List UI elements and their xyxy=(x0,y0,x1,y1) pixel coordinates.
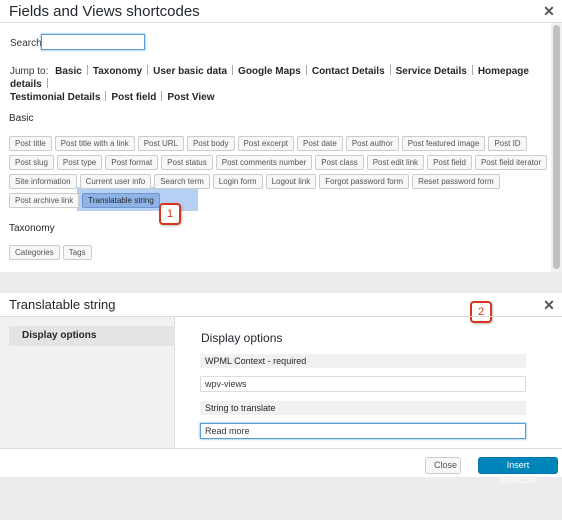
jump-separator xyxy=(105,91,107,101)
jump-separator xyxy=(471,65,473,75)
options-tab-column: Display options xyxy=(0,317,175,448)
shortcode-button-post-excerpt[interactable]: Post excerpt xyxy=(237,136,294,151)
divider xyxy=(0,22,562,23)
search-label: Search: xyxy=(10,38,45,49)
shortcode-button-post-field[interactable]: Post field xyxy=(427,155,472,170)
jump-separator xyxy=(46,78,48,88)
shortcode-button-post-title[interactable]: Post title xyxy=(9,136,52,151)
jump-link-testimonial-details[interactable]: Testimonial Details xyxy=(10,92,100,103)
jump-link-contact-details[interactable]: Contact Details xyxy=(312,66,385,77)
insert-shortcode-button[interactable]: Insert shortcode xyxy=(478,457,558,485)
jump-link-post-field[interactable]: Post field xyxy=(111,92,156,103)
shortcodes-dialog: Fields and Views shortcodes ✕ Search: Ju… xyxy=(0,0,562,272)
section-heading-taxonomy: Taxonomy xyxy=(9,223,55,234)
string-to-translate-label: String to translate xyxy=(200,401,526,415)
jump-separator xyxy=(86,65,88,75)
shortcode-button-post-field-iterator[interactable]: Post field iterator xyxy=(474,155,547,170)
shortcode-button-tags[interactable]: Tags xyxy=(62,245,92,260)
shortcode-button-translatable-string[interactable]: Translatable string xyxy=(82,193,160,208)
shortcode-button-current-user-info[interactable]: Current user info xyxy=(79,174,152,189)
shortcode-button-post-url[interactable]: Post URL xyxy=(137,136,184,151)
button-row: Post title Post title with a link Post URL… xyxy=(9,136,549,151)
shortcode-button-login-form[interactable]: Login form xyxy=(212,174,263,189)
jump-to-label: Jump to: xyxy=(10,66,49,77)
shortcode-button-post-date[interactable]: Post date xyxy=(297,136,343,151)
shortcode-button-reset-password-form[interactable]: Reset password form xyxy=(412,174,500,189)
close-button[interactable]: Close xyxy=(425,457,461,474)
shortcode-button-post-status[interactable]: Post status xyxy=(161,155,213,170)
callout-1: 1 xyxy=(159,203,181,225)
jump-separator xyxy=(305,65,307,75)
button-row: Categories Tags xyxy=(9,245,549,260)
shortcode-button-categories[interactable]: Categories xyxy=(9,245,60,260)
jump-link-post-view[interactable]: Post View xyxy=(167,92,214,103)
shortcode-button-post-edit-link[interactable]: Post edit link xyxy=(366,155,425,170)
wpml-context-input[interactable]: wpv-views xyxy=(200,376,526,392)
search-input[interactable] xyxy=(41,34,145,50)
jump-separator xyxy=(389,65,391,75)
string-to-translate-input[interactable]: Read more xyxy=(200,423,526,439)
jump-link-basic[interactable]: Basic xyxy=(55,66,82,77)
jump-separator xyxy=(161,91,163,101)
jump-link-google-maps[interactable]: Google Maps xyxy=(238,66,301,77)
callout-2: 2 xyxy=(470,301,492,323)
scrollbar-thumb[interactable] xyxy=(553,25,560,269)
jump-separator xyxy=(232,65,234,75)
divider xyxy=(0,448,562,449)
dialog-title: Fields and Views shortcodes xyxy=(9,3,200,20)
shortcode-button-post-id[interactable]: Post ID xyxy=(488,136,527,151)
button-row: Post archive link Translatable string xyxy=(9,193,549,208)
shortcode-button-forgot-password-form[interactable]: Forgot password form xyxy=(319,174,410,189)
shortcode-button-post-archive-link[interactable]: Post archive link xyxy=(9,193,80,208)
button-row: Post slug Post type Post format Post status… xyxy=(9,155,549,170)
dialog-title: Translatable string xyxy=(9,297,116,312)
section-heading-basic: Basic xyxy=(9,113,34,124)
taxonomy-button-grid: Categories Tags xyxy=(9,245,549,264)
basic-button-grid: Post title Post title with a link Post URL… xyxy=(9,136,549,212)
shortcode-button-post-class[interactable]: Post class xyxy=(315,155,364,170)
shortcode-button-post-featured-image[interactable]: Post featured image xyxy=(401,136,486,151)
tab-display-options[interactable]: Display options xyxy=(9,326,175,346)
close-icon[interactable]: ✕ xyxy=(541,297,557,313)
shortcode-button-post-author[interactable]: Post author xyxy=(345,136,399,151)
close-icon[interactable]: ✕ xyxy=(541,3,557,19)
scrollbar[interactable] xyxy=(551,23,562,272)
shortcode-button-post-format[interactable]: Post format xyxy=(105,155,159,170)
shortcode-button-post-body[interactable]: Post body xyxy=(186,136,235,151)
jump-link-taxonomy[interactable]: Taxonomy xyxy=(93,66,142,77)
wpml-context-label: WPML Context - required xyxy=(200,354,526,368)
panel-heading: Display options xyxy=(201,331,283,345)
shortcode-button-post-comments-number[interactable]: Post comments number xyxy=(215,155,313,170)
shortcode-button-post-slug[interactable]: Post slug xyxy=(9,155,54,170)
jump-to-nav: Jump to: Basic Taxonomy User basic data Goo… xyxy=(10,65,545,104)
jump-separator xyxy=(147,65,149,75)
button-row: Site information Current user info Search … xyxy=(9,174,549,189)
shortcode-button-logout-link[interactable]: Logout link xyxy=(265,174,317,189)
shortcode-button-site-information[interactable]: Site information xyxy=(9,174,77,189)
shortcode-button-search-term[interactable]: Search term xyxy=(154,174,210,189)
translatable-string-dialog: Translatable string ✕ 2 Display options … xyxy=(0,293,562,485)
shortcode-button-post-type[interactable]: Post type xyxy=(56,155,103,170)
jump-link-user-basic-data[interactable]: User basic data xyxy=(153,66,227,77)
shortcode-button-post-title-with-a-link[interactable]: Post title with a link xyxy=(54,136,135,151)
jump-link-service-details[interactable]: Service Details xyxy=(396,66,467,77)
